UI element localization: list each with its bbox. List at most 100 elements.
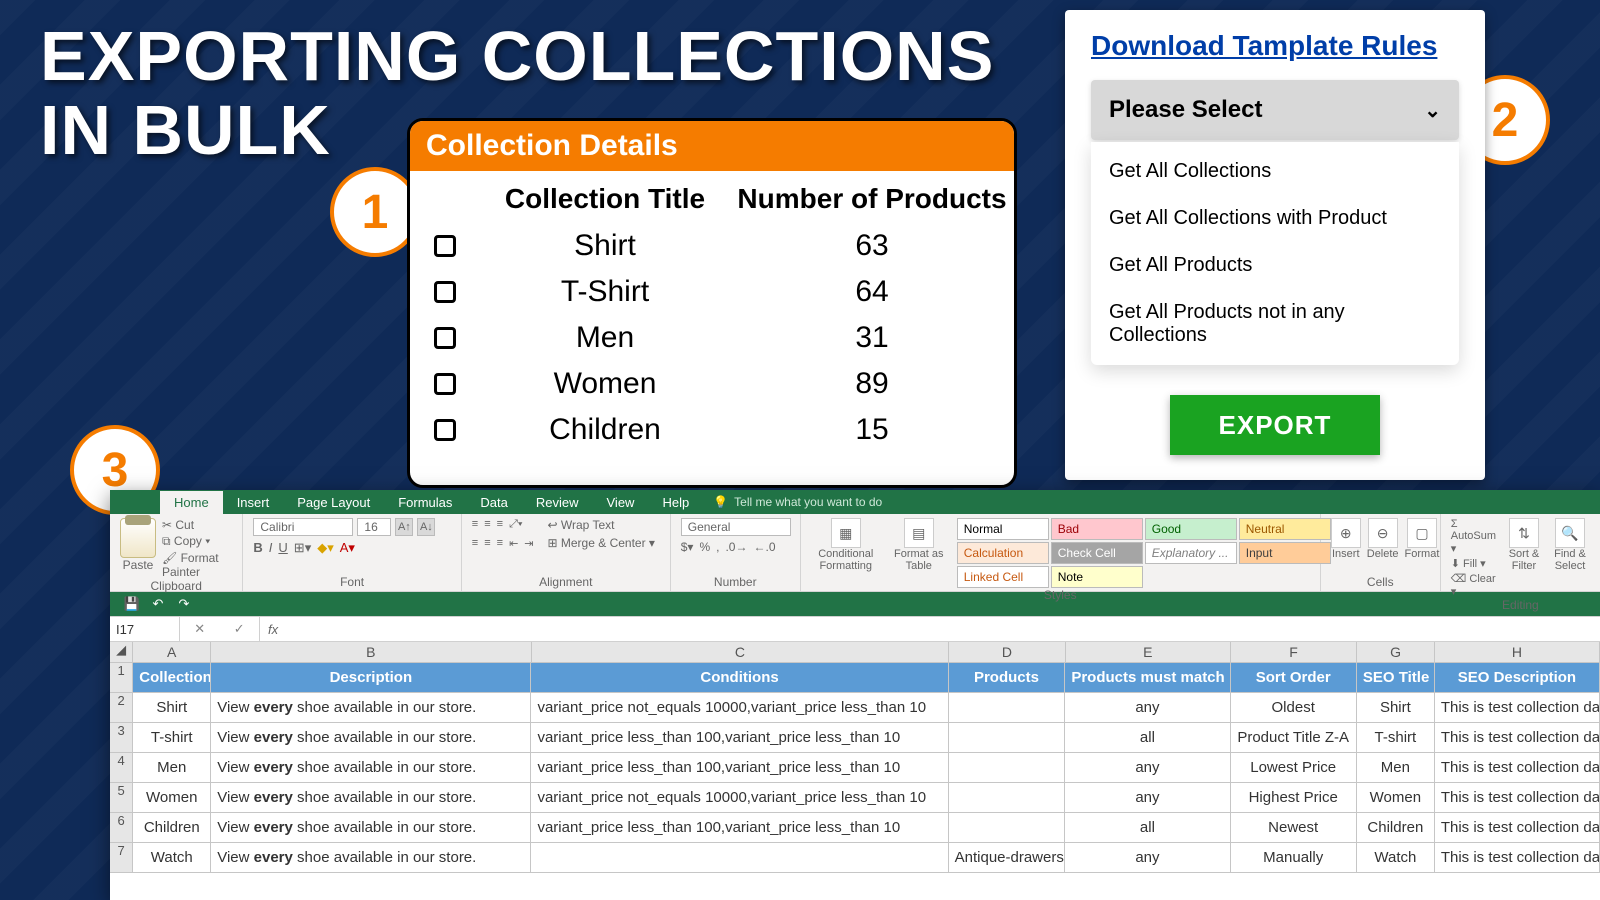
table-header-cell[interactable]: Sort Order	[1231, 663, 1357, 692]
export-option[interactable]: Get All Products	[1091, 242, 1459, 289]
format-as-table-icon[interactable]: ▤	[904, 518, 934, 548]
table-cell[interactable]: Watch	[133, 843, 211, 872]
sheet-area[interactable]: ◢ A B C D E F G H 1 Collection Descripti…	[110, 642, 1600, 900]
row-header[interactable]: 5	[110, 783, 133, 812]
fill-color-button[interactable]: ◆▾	[317, 540, 334, 556]
style-gallery-item[interactable]: Neutral	[1239, 518, 1331, 540]
fx-icon[interactable]: fx	[260, 622, 286, 637]
row-header[interactable]: 7	[110, 843, 133, 872]
style-gallery-item[interactable]: Explanatory ...	[1145, 542, 1237, 564]
table-cell[interactable]: View every shoe available in our store.	[211, 693, 531, 722]
table-cell[interactable]: any	[1065, 783, 1230, 812]
find-select-icon[interactable]: 🔍	[1555, 518, 1585, 548]
table-cell[interactable]: Women	[1357, 783, 1435, 812]
style-gallery-item[interactable]: Normal	[957, 518, 1049, 540]
table-cell[interactable]: View every shoe available in our store.	[211, 843, 531, 872]
col-header[interactable]: D	[949, 642, 1066, 662]
underline-button[interactable]: U	[278, 540, 287, 556]
table-header-cell[interactable]: SEO Description	[1435, 663, 1600, 692]
cut-button[interactable]: ✂ Cut	[162, 518, 232, 532]
table-cell[interactable]: This is test collection data	[1435, 753, 1600, 782]
table-cell[interactable]: any	[1065, 843, 1230, 872]
col-header[interactable]: G	[1357, 642, 1435, 662]
border-button[interactable]: ⊞▾	[294, 540, 311, 556]
table-cell[interactable]: Manually	[1231, 843, 1357, 872]
format-painter-button[interactable]: 🖌 Format Painter	[162, 551, 232, 579]
format-cells-icon[interactable]: ▢	[1407, 518, 1437, 548]
table-cell[interactable]: This is test collection data	[1435, 783, 1600, 812]
align-left-icon[interactable]: ≡	[472, 537, 478, 550]
undo-icon[interactable]: ↶	[150, 596, 166, 612]
table-cell[interactable]	[949, 753, 1066, 782]
table-cell[interactable]: variant_price not_equals 10000,variant_p…	[531, 693, 948, 722]
table-header-cell[interactable]: Products	[949, 663, 1066, 692]
insert-cells-icon[interactable]: ⊕	[1331, 518, 1361, 548]
table-cell[interactable]: This is test collection data	[1435, 813, 1600, 842]
row-checkbox[interactable]	[434, 235, 456, 257]
table-header-cell[interactable]: Collection	[133, 663, 211, 692]
table-cell[interactable]: Shirt	[133, 693, 211, 722]
select-all-cell[interactable]: ◢	[110, 642, 133, 662]
increase-font-icon[interactable]: A↑	[395, 518, 413, 536]
style-gallery-item[interactable]: Note	[1051, 566, 1143, 588]
table-cell[interactable]: Antique-drawers	[949, 843, 1066, 872]
ribbon-tab[interactable]: Formulas	[384, 491, 466, 514]
download-template-link[interactable]: Download Tamplate Rules	[1091, 30, 1437, 61]
table-header-cell[interactable]: Description	[211, 663, 531, 692]
table-cell[interactable]: Children	[133, 813, 211, 842]
table-cell[interactable]: variant_price less_than 100,variant_pric…	[531, 723, 948, 752]
table-cell[interactable]	[949, 813, 1066, 842]
ribbon-tab[interactable]: Home	[160, 491, 223, 514]
comma-icon[interactable]: ,	[716, 540, 719, 554]
table-cell[interactable]: Newest	[1231, 813, 1357, 842]
name-box[interactable]: I17	[110, 617, 180, 641]
sort-filter-icon[interactable]: ⇅	[1509, 518, 1539, 548]
ribbon-tab[interactable]: Help	[648, 491, 703, 514]
table-cell[interactable]: Children	[1357, 813, 1435, 842]
number-format-select[interactable]: General	[681, 518, 791, 536]
table-cell[interactable]: This is test collection data	[1435, 843, 1600, 872]
table-cell[interactable]: Product Title Z-A	[1231, 723, 1357, 752]
currency-icon[interactable]: $▾	[681, 540, 694, 554]
table-cell[interactable]: any	[1065, 693, 1230, 722]
table-cell[interactable]: T-shirt	[1357, 723, 1435, 752]
table-header-cell[interactable]: SEO Title	[1357, 663, 1435, 692]
font-size-select[interactable]: 16	[357, 518, 391, 536]
table-cell[interactable]	[949, 783, 1066, 812]
wrap-text-button[interactable]: ↩ Wrap Text	[548, 518, 655, 532]
bold-button[interactable]: B	[253, 540, 262, 556]
dec-decimal-icon[interactable]: ←.0	[753, 540, 775, 554]
table-cell[interactable]: This is test collection data	[1435, 723, 1600, 752]
indent-dec-icon[interactable]: ⇤	[509, 537, 518, 550]
decrease-font-icon[interactable]: A↓	[417, 518, 435, 536]
conditional-formatting-icon[interactable]: ▦	[831, 518, 861, 548]
table-cell[interactable]: View every shoe available in our store.	[211, 723, 531, 752]
table-cell[interactable]: View every shoe available in our store.	[211, 783, 531, 812]
row-header[interactable]: 6	[110, 813, 133, 842]
align-top-icon[interactable]: ≡	[472, 518, 478, 531]
row-checkbox[interactable]	[434, 419, 456, 441]
row-checkbox[interactable]	[434, 327, 456, 349]
table-cell[interactable]: all	[1065, 813, 1230, 842]
col-header[interactable]: C	[532, 642, 950, 662]
style-gallery-item[interactable]: Linked Cell	[957, 566, 1049, 588]
col-header[interactable]: E	[1066, 642, 1231, 662]
export-button[interactable]: EXPORT	[1170, 395, 1380, 455]
table-cell[interactable]: Watch	[1357, 843, 1435, 872]
col-header[interactable]: B	[211, 642, 532, 662]
col-header[interactable]: A	[133, 642, 211, 662]
table-cell[interactable]: Men	[133, 753, 211, 782]
row-header[interactable]: 4	[110, 753, 133, 782]
export-option[interactable]: Get All Collections with Product	[1091, 195, 1459, 242]
save-icon[interactable]: 💾	[124, 596, 140, 612]
table-cell[interactable]: Men	[1357, 753, 1435, 782]
style-gallery-item[interactable]: Calculation	[957, 542, 1049, 564]
export-option[interactable]: Get All Products not in any Collections	[1091, 289, 1459, 359]
percent-icon[interactable]: %	[699, 540, 710, 554]
delete-cells-icon[interactable]: ⊖	[1368, 518, 1398, 548]
table-cell[interactable]: T-shirt	[133, 723, 211, 752]
tell-me-search[interactable]: 💡Tell me what you want to do	[713, 495, 882, 509]
row-checkbox[interactable]	[434, 373, 456, 395]
table-cell[interactable]: variant_price less_than 100,variant_pric…	[531, 813, 948, 842]
style-gallery-item[interactable]: Good	[1145, 518, 1237, 540]
